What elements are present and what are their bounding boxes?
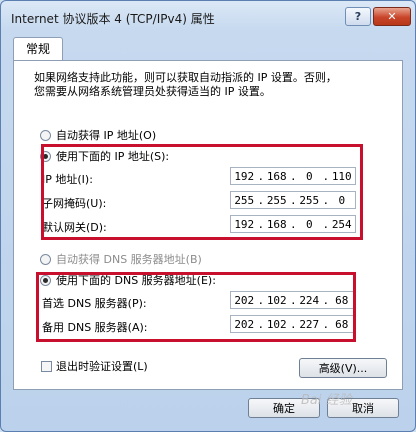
close-button[interactable]: ✕ xyxy=(373,7,411,26)
ip-highlight-box xyxy=(41,144,363,240)
description-line-1: 如果网络支持此功能，则可以获取自动指派的 IP 设置。否则， xyxy=(34,71,337,84)
validate-checkbox-label: 退出时验证设置(L) xyxy=(56,360,148,373)
help-button[interactable]: ? xyxy=(345,7,371,26)
description-line-2: 您需要从网络系统管理员处获得适当的 IP 设置。 xyxy=(34,85,271,98)
radio-ip-auto-dot[interactable] xyxy=(40,129,51,141)
radio-ip-auto-label: 自动获得 IP 地址(O) xyxy=(56,129,157,142)
title-bar[interactable]: Internet 协议版本 4 (TCP/IPv4) 属性 ? ✕ xyxy=(1,1,415,31)
radio-dns-auto[interactable]: 自动获得 DNS 服务器地址(B) xyxy=(40,251,202,267)
advanced-button[interactable]: 高级(V)... xyxy=(299,358,387,378)
dns-highlight-box xyxy=(36,272,356,342)
validate-checkbox-box[interactable] xyxy=(41,360,52,372)
validate-checkbox[interactable]: 退出时验证设置(L) xyxy=(41,358,148,374)
radio-ip-auto[interactable]: 自动获得 IP 地址(O) xyxy=(40,127,156,143)
tab-general[interactable]: 常规 xyxy=(13,37,63,62)
watermark: Bai 经验 xyxy=(301,393,352,408)
dialog-window: Internet 协议版本 4 (TCP/IPv4) 属性 ? ✕ 常规 如果网… xyxy=(0,0,416,432)
radio-dns-auto-label: 自动获得 DNS 服务器地址(B) xyxy=(56,253,202,266)
radio-dns-auto-dot[interactable] xyxy=(40,253,51,265)
window-title: Internet 协议版本 4 (TCP/IPv4) 属性 xyxy=(11,12,215,26)
